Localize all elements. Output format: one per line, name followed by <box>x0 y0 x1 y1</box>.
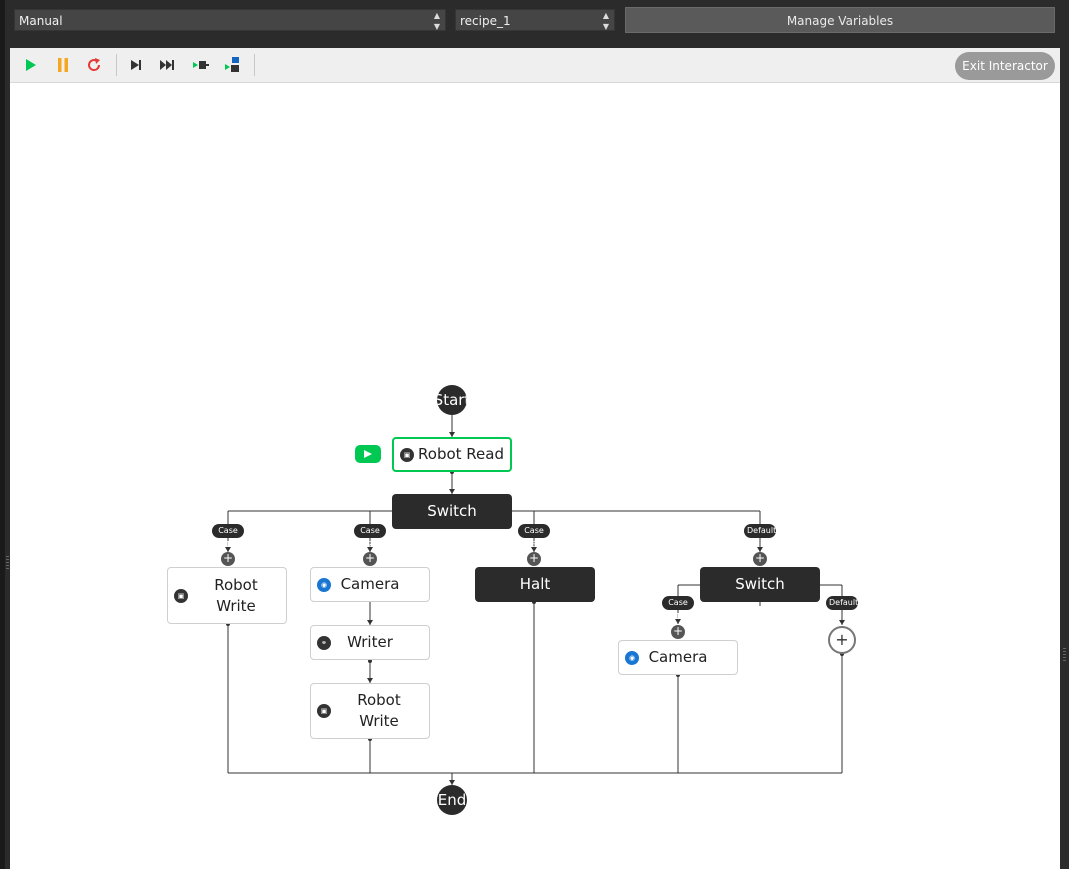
halt-label: Halt <box>519 575 551 593</box>
toolbar-separator <box>254 54 255 76</box>
robot-write-node[interactable]: ▣ Robot Write <box>167 567 287 624</box>
end-label: End <box>437 791 467 809</box>
play-icon <box>26 59 36 71</box>
reset-button[interactable] <box>84 56 104 74</box>
step-into-button[interactable] <box>191 56 211 74</box>
step-over-button[interactable] <box>223 56 243 74</box>
add-step-plus-icon[interactable]: + <box>527 552 541 566</box>
switch-node[interactable]: Switch <box>700 567 820 602</box>
robot-icon: ▣ <box>317 704 331 718</box>
start-node[interactable]: Start <box>437 385 467 415</box>
left-edge <box>0 0 5 869</box>
step-all-button[interactable] <box>158 56 178 74</box>
robot-read-label: Robot Read <box>418 445 504 463</box>
add-step-plus-icon[interactable]: + <box>221 552 235 566</box>
recipe-select-value: recipe_1 <box>460 14 511 28</box>
left-resize-grip[interactable] <box>6 556 9 570</box>
updown-arrow-icon: ▲ ▼ <box>433 11 440 31</box>
default-tag: Default <box>826 596 858 610</box>
robot-icon: ▣ <box>174 588 188 603</box>
mode-select-value: Manual <box>19 14 63 28</box>
halt-node[interactable]: Halt <box>475 567 595 602</box>
add-step-plus-icon[interactable]: + <box>671 625 685 639</box>
case-2-tag: Case 2 <box>354 524 386 549</box>
step-button[interactable] <box>126 56 146 74</box>
right-resize-grip[interactable] <box>1063 648 1066 662</box>
camera-icon: ◉ <box>317 577 331 592</box>
camera-node[interactable]: ◉ Camera <box>310 567 430 602</box>
camera-label: Camera <box>340 575 400 593</box>
step-icon <box>131 60 141 70</box>
top-bar: Manual ▲ ▼ recipe_1 ▲ ▼ Manage Variables <box>0 0 1069 44</box>
flow-connectors <box>225 413 845 785</box>
flow-canvas: Start ▣ Robot Read Switch Case 1 Case 2 … <box>10 83 1060 869</box>
pause-button[interactable] <box>53 56 73 74</box>
step-all-icon <box>160 60 174 70</box>
robot-icon: ▣ <box>400 447 414 462</box>
active-step-indicator <box>355 445 381 463</box>
start-label: Start <box>437 391 467 409</box>
link-icon: ⚭ <box>317 635 331 650</box>
recipe-select[interactable]: recipe_1 ▲ ▼ <box>455 9 615 31</box>
mode-select[interactable]: Manual ▲ ▼ <box>14 9 446 31</box>
step-over-icon <box>225 57 239 72</box>
end-node[interactable]: End <box>437 785 467 815</box>
toolbar-separator <box>116 54 117 76</box>
writer-label: Writer <box>347 633 393 651</box>
camera-node[interactable]: ◉ Camera <box>618 640 738 675</box>
interactor-toolbar: Exit Interactor <box>10 48 1060 83</box>
robot-read-node[interactable]: ▣ Robot Read <box>392 437 512 472</box>
case-3-tag: Case 3 <box>518 524 550 549</box>
interactor-panel: Exit Interactor Star ▣ Robot Read Switch… <box>10 48 1060 869</box>
case-1-tag: Case 1 <box>212 524 244 549</box>
play-icon <box>364 450 372 458</box>
switch-node[interactable]: Switch <box>392 494 512 529</box>
add-step-plus-icon[interactable]: + <box>363 552 377 566</box>
robot-write-node[interactable]: ▣ Robot Write <box>310 683 430 739</box>
robot-write-label: Robot Write <box>214 575 258 615</box>
robot-write-label: Robot Write <box>357 691 401 730</box>
manage-variables-button[interactable]: Manage Variables <box>625 7 1055 33</box>
updown-arrow-icon: ▲ ▼ <box>602 11 609 31</box>
switch-label: Switch <box>427 502 477 520</box>
add-step-plus-icon[interactable]: + <box>828 626 856 654</box>
camera-icon: ◉ <box>625 650 639 665</box>
pause-icon <box>58 58 68 72</box>
camera-label: Camera <box>648 648 708 666</box>
step-into-icon <box>193 61 209 69</box>
writer-node[interactable]: ⚭ Writer <box>310 625 430 660</box>
play-button[interactable] <box>21 56 41 74</box>
switch-label: Switch <box>735 575 785 593</box>
default-tag: Default <box>744 524 776 538</box>
exit-interactor-button[interactable]: Exit Interactor <box>955 52 1055 80</box>
add-step-plus-icon[interactable]: + <box>753 552 767 566</box>
reset-icon <box>88 58 101 71</box>
case-1-tag: Case 1 <box>662 596 694 621</box>
